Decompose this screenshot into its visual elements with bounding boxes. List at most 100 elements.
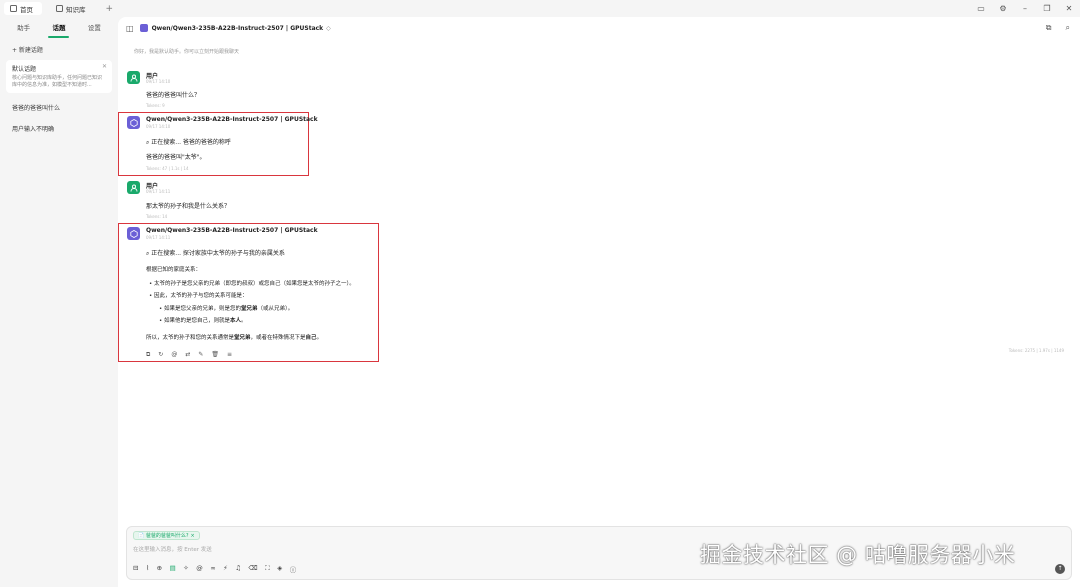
delete-icon[interactable]: 🗑 (211, 351, 219, 359)
tools-icon[interactable]: ✧ (183, 564, 188, 574)
avatar (127, 227, 140, 240)
message-meta: Tokens: 14 (146, 214, 168, 219)
send-button[interactable]: ↑ (1055, 564, 1065, 574)
message-time: 09/17 14:11 (146, 235, 171, 240)
message-conclusion: 所以，太爷的孙子和您的关系通常是堂兄弟，或者在特殊情况下是自己。 (146, 333, 322, 341)
tab-knowledge[interactable]: 知识库 (50, 2, 92, 15)
regenerate-icon[interactable]: ↻ (158, 351, 163, 359)
conclusion-text: 。 (316, 335, 323, 341)
avatar (127, 71, 140, 84)
sidebar-tabs: 助手 话题 设置 (0, 17, 118, 38)
copy-icon[interactable]: ⧉ (146, 351, 150, 359)
title-bar: 首页 知识库 + ▭ ⚙ – ❐ ✕ (0, 0, 1080, 17)
message-author: Qwen/Qwen3-235B-A22B-Instruct-2507 | GPU… (146, 227, 318, 234)
fullscreen-icon[interactable]: ⛶ (265, 564, 270, 574)
emphasis: 堂兄弟 (234, 335, 251, 341)
list-item: • 如果是您父亲的兄弟，则是您的堂兄弟（或从兄弟）。 (159, 306, 294, 312)
search-status-text: 正在搜索... 探讨家族中太爷的孙子与我的亲属关系 (151, 250, 285, 257)
message-text: 那太爷的孙子和我是什么关系？ (146, 203, 231, 210)
list-item: • 太爷的孙子是您父亲的兄弟（即您的叔叔）或您自己（如果您是太爷的孙子之一）。 (149, 281, 355, 287)
context-chip[interactable]: 📄 爸爸的爸爸叫什么? × (133, 531, 200, 540)
watermark: 掘金技术社区 @ 咕噜服务器小米 (700, 543, 1016, 567)
minimize-icon[interactable]: – (1014, 4, 1036, 13)
paint-icon[interactable]: ◈ (277, 564, 282, 574)
book-icon (56, 5, 63, 12)
more-icon[interactable]: ≡ (227, 351, 232, 359)
new-topic-button[interactable]: + 新建话题 (12, 45, 118, 54)
tab-home-label: 首页 (20, 5, 33, 14)
model-selector[interactable]: Qwen/Qwen3-235B-A22B-Instruct-2507 | GPU… (152, 25, 324, 32)
header-actions: ⧉ ⌕ (1046, 23, 1070, 33)
emphasis: 堂兄弟 (241, 306, 258, 312)
search-status: ⌕ 正在搜索... 爸爸的爸爸的称呼 (146, 137, 231, 147)
close-icon[interactable]: × (190, 533, 194, 539)
message-meta: Tokens: 2275 | 1.97s | 1149 (1008, 348, 1064, 353)
message-time: 09/17 14:10 (146, 79, 171, 84)
context-chip-label: 📄 爸爸的爸爸叫什么? (138, 533, 189, 539)
mention-icon[interactable]: @ (196, 564, 203, 574)
message-time: 09/17 14:10 (146, 124, 171, 129)
message-input[interactable]: 在这里输入消息，按 Enter 发送 (133, 545, 212, 553)
attachment-icon[interactable]: ⌇ (146, 564, 149, 574)
window-controls: ▭ ⚙ – ❐ ✕ (970, 0, 1080, 17)
mention-icon[interactable]: @ (171, 351, 177, 359)
topic-desc: 核心问题与知识库助手，任何问题已知识库中的信息为准，如模型不知道时... (12, 75, 103, 88)
emphasis: 自己 (305, 335, 317, 341)
sidebar-toggle-icon[interactable]: ◫ (126, 24, 134, 33)
search-icon[interactable]: ⌕ (1066, 23, 1070, 33)
new-tab-button[interactable]: + (106, 4, 114, 14)
message-text: 爸爸的爸爸叫"太爷"。 (146, 154, 206, 161)
list-item-text: 如果他的是您自己，则就是 (164, 318, 231, 324)
message-text: 爸爸的爸爸叫什么？ (146, 92, 201, 99)
clear-icon[interactable]: ⌫ (249, 564, 258, 574)
sidebar: 助手 话题 设置 + 新建话题 默认话题 ✕ 核心问题与知识库助手，任何问题已知… (0, 17, 118, 587)
list-item-text: 太爷的孙子是您父亲的兄弟（即您的叔叔）或您自己（如果您是太爷的孙子之一）。 (154, 281, 355, 287)
new-topic-icon[interactable]: ⊟ (133, 564, 138, 574)
chevron-icon[interactable]: ◇ (326, 25, 331, 32)
tab-home[interactable]: 首页 (4, 2, 42, 15)
list-item-text: 因此，太爷的孙子与您的关系可能是： (154, 293, 248, 299)
link-icon[interactable]: ∞ (210, 564, 215, 574)
help-icon[interactable]: ⓘ (290, 564, 297, 574)
layout-icon[interactable]: ⧉ (1046, 23, 1052, 33)
knowledge-icon[interactable]: ▤ (170, 564, 176, 574)
input-toolbar: ⊟ ⌇ ⊕ ▤ ✧ @ ∞ ⚡ ♫ ⌫ ⛶ ◈ ⓘ (133, 564, 296, 574)
message-meta: Tokens: 9 (146, 103, 165, 108)
message-time: 09/17 14:11 (146, 189, 171, 194)
avatar (127, 181, 140, 194)
search-status: ⌕ 正在搜索... 探讨家族中太爷的孙子与我的亲属关系 (146, 248, 285, 258)
globe-icon[interactable]: ⊕ (157, 564, 162, 574)
topic-item[interactable]: 用户输入不明确 (6, 120, 112, 137)
message-intro: 根据已知的家庭关系： (146, 267, 202, 273)
monitor-icon[interactable]: ▭ (970, 4, 992, 13)
model-logo-icon (139, 24, 148, 32)
mic-icon[interactable]: ♫ (235, 564, 241, 574)
edit-icon[interactable]: ✎ (198, 351, 203, 359)
conclusion-text: 所以，太爷的孙子和您的关系通常是 (146, 335, 235, 341)
translate-icon[interactable]: ⇄ (185, 351, 190, 359)
search-status-text: 正在搜索... 爸爸的爸爸的称呼 (151, 139, 231, 146)
topic-title: 默认话题 (12, 66, 37, 73)
message-actions: ⧉ ↻ @ ⇄ ✎ 🗑 ≡ (146, 351, 232, 359)
list-item-text: 如果是您父亲的兄弟，则是您的 (164, 306, 242, 312)
sidebar-tab-settings[interactable]: 设置 (84, 19, 105, 35)
lightning-icon[interactable]: ⚡ (223, 564, 228, 574)
home-icon (10, 5, 17, 12)
emphasis: 本人 (230, 318, 242, 324)
close-icon[interactable]: ✕ (1058, 4, 1080, 13)
topic-item[interactable]: 爸爸的爸爸叫什么 (6, 99, 112, 116)
avatar (127, 116, 140, 129)
gear-icon[interactable]: ⚙ (992, 4, 1014, 13)
conclusion-text: ，或者在特殊情况下是 (250, 335, 306, 341)
restore-icon[interactable]: ❐ (1036, 4, 1058, 13)
topic-item[interactable]: 默认话题 ✕ 核心问题与知识库助手，任何问题已知识库中的信息为准，如模型不知道时… (6, 60, 112, 93)
list-item-text: 。 (241, 318, 247, 324)
sidebar-tab-topics[interactable]: 话题 (48, 19, 70, 38)
prompt-hint: 你好，我是默认助手。你可以立刻开始跟我聊天 (134, 49, 240, 55)
list-item-text: （或从兄弟）。 (257, 306, 294, 312)
close-icon[interactable]: ✕ (102, 63, 107, 70)
tab-knowledge-label: 知识库 (66, 5, 86, 14)
message-meta: Tokens: 47 | 1.1s | 14 (146, 166, 189, 171)
chat-panel: ◫ Qwen/Qwen3-235B-A22B-Instruct-2507 | G… (118, 17, 1080, 587)
sidebar-tab-assistant[interactable]: 助手 (13, 19, 34, 35)
